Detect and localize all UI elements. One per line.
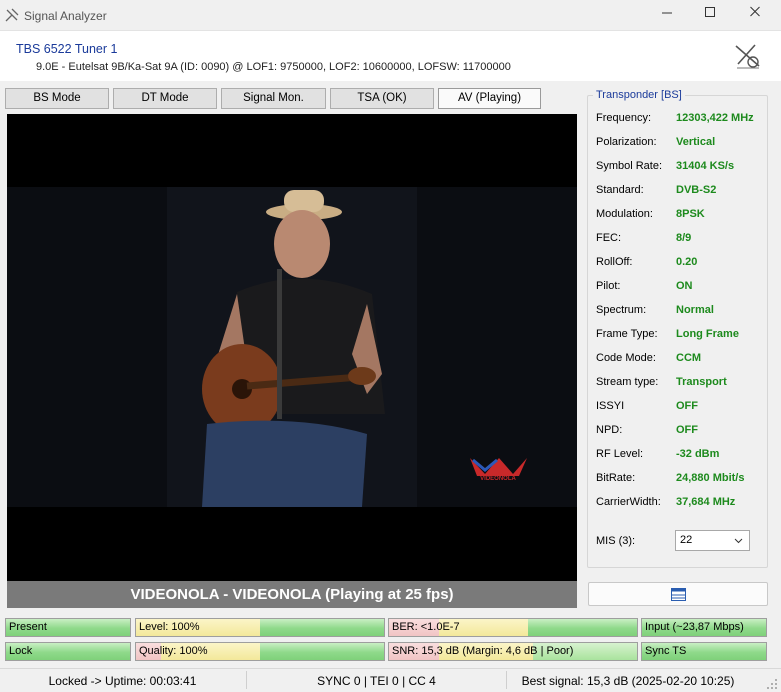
tab-bs-mode[interactable]: BS Mode [5,88,109,109]
row-value-code-mode: CCM [676,352,702,364]
row-label-fec: FEC: [596,232,622,244]
row-value-symbol-rate: 31404 KS/s [676,160,735,172]
row-label-modulation: Modulation: [596,208,653,220]
sync-ts-indicator: Sync TS [641,642,767,661]
watermark-text: VIDEONOLA [480,476,516,482]
row-label-symbol-rate: Symbol Rate: [596,160,663,172]
quality-label: Quality: 100% [139,645,208,657]
row-value-polarization: Vertical [676,136,716,148]
row-label-code-mode: Code Mode: [596,352,656,364]
status-separator [246,671,247,689]
minimize-icon [662,12,672,14]
row-value-frequency: 12303,422 MHz [676,112,754,124]
row-label-stream-type: Stream type: [596,376,659,388]
lock-label: Lock [9,645,33,657]
uptime-status: Locked -> Uptime: 00:03:41 [48,674,197,688]
video-frame: VIDEONOLA [7,114,577,581]
tab-tsa[interactable]: TSA (OK) [330,88,434,109]
row-label-issyi: ISSYI [596,400,625,412]
tab-signal-mon[interactable]: Signal Mon. [221,88,326,109]
satellite-info: 9.0E - Eutelsat 9B/Ka-Sat 9A (ID: 0090) … [36,61,511,73]
sync-status: SYNC 0 | TEI 0 | CC 4 [317,674,436,688]
row-label-spectrum: Spectrum: [596,304,647,316]
row-value-npd: OFF [676,424,698,436]
row-value-carrier-width: 37,684 MHz [676,496,736,508]
close-button[interactable] [740,4,770,26]
row-value-spectrum: Normal [676,304,714,316]
best-signal-status: Best signal: 15,3 dB (2025-02-20 10:25) [521,674,735,688]
status-separator [506,671,507,689]
ber-label: BER: <1.0E-7 [392,621,460,633]
close-icon [750,6,760,17]
satellite-logo-icon [735,44,760,69]
row-label-frequency: Frequency: [596,112,652,124]
input-indicator: Input (~23,87 Mbps) [641,618,767,637]
maximize-icon [705,7,715,17]
ber-bar: BER: <1.0E-7 [388,618,638,637]
row-value-standard: DVB-S2 [676,184,717,196]
level-label: Level: 100% [139,621,200,633]
tab-dt-mode[interactable]: DT Mode [113,88,217,109]
snr-label: SNR: 15,3 dB (Margin: 4,6 dB | Poor) [392,645,574,657]
video-caption: VIDEONOLA - VIDEONOLA (Playing at 25 fps… [7,581,577,608]
row-label-pilot: Pilot: [596,280,621,292]
row-label-polarization: Polarization: [596,136,657,148]
table-icon [671,588,686,601]
video-player[interactable]: VIDEONOLA [7,114,577,581]
maximize-button[interactable] [695,4,725,26]
transponder-title: Transponder [BS] [593,89,685,101]
row-value-fec: 8/9 [676,232,692,244]
present-indicator: Present [5,618,131,637]
minimize-button[interactable] [652,4,682,26]
level-bar: Level: 100% [135,618,385,637]
mis-label: MIS (3): [596,535,636,547]
title-bar: Signal Analyzer [0,0,781,31]
row-value-bitrate: 24,880 Mbit/s [676,472,745,484]
input-label: Input (~23,87 Mbps) [645,621,744,633]
row-label-bitrate: BitRate: [596,472,636,484]
mis-select[interactable]: 22 [675,530,750,551]
row-label-rf-level: RF Level: [596,448,644,460]
resize-grip-icon[interactable] [766,678,778,690]
satellite-dish-icon [5,8,19,22]
row-value-pilot: ON [676,280,693,292]
row-label-rolloff: RollOff: [596,256,633,268]
panel-toggle-button[interactable] [588,582,768,606]
tuner-name: TBS 6522 Tuner 1 [16,42,118,56]
snr-bar: SNR: 15,3 dB (Margin: 4,6 dB | Poor) [388,642,638,661]
present-label: Present [9,621,47,633]
row-label-carrier-width: CarrierWidth: [596,496,661,508]
row-label-npd: NPD: [596,424,623,436]
window-title: Signal Analyzer [24,9,107,23]
row-value-modulation: 8PSK [676,208,705,220]
tuner-header: TBS 6522 Tuner 1 9.0E - Eutelsat 9B/Ka-S… [0,31,781,81]
status-bar: Locked -> Uptime: 00:03:41 SYNC 0 | TEI … [0,668,781,692]
row-label-frame-type: Frame Type: [596,328,658,340]
row-label-standard: Standard: [596,184,644,196]
row-value-rf-level: -32 dBm [676,448,720,460]
lock-indicator: Lock [5,642,131,661]
row-value-stream-type: Transport [676,376,727,388]
sync-ts-label: Sync TS [645,645,687,657]
chevron-down-icon [734,531,743,557]
quality-bar: Quality: 100% [135,642,385,661]
row-value-rolloff: 0.20 [676,256,698,268]
row-value-issyi: OFF [676,400,698,412]
tab-av-playing[interactable]: AV (Playing) [438,88,541,109]
transponder-panel: Transponder [BS] Frequency: 12303,422 MH… [587,89,768,568]
row-value-frame-type: Long Frame [676,328,739,340]
mis-value: 22 [680,534,693,546]
